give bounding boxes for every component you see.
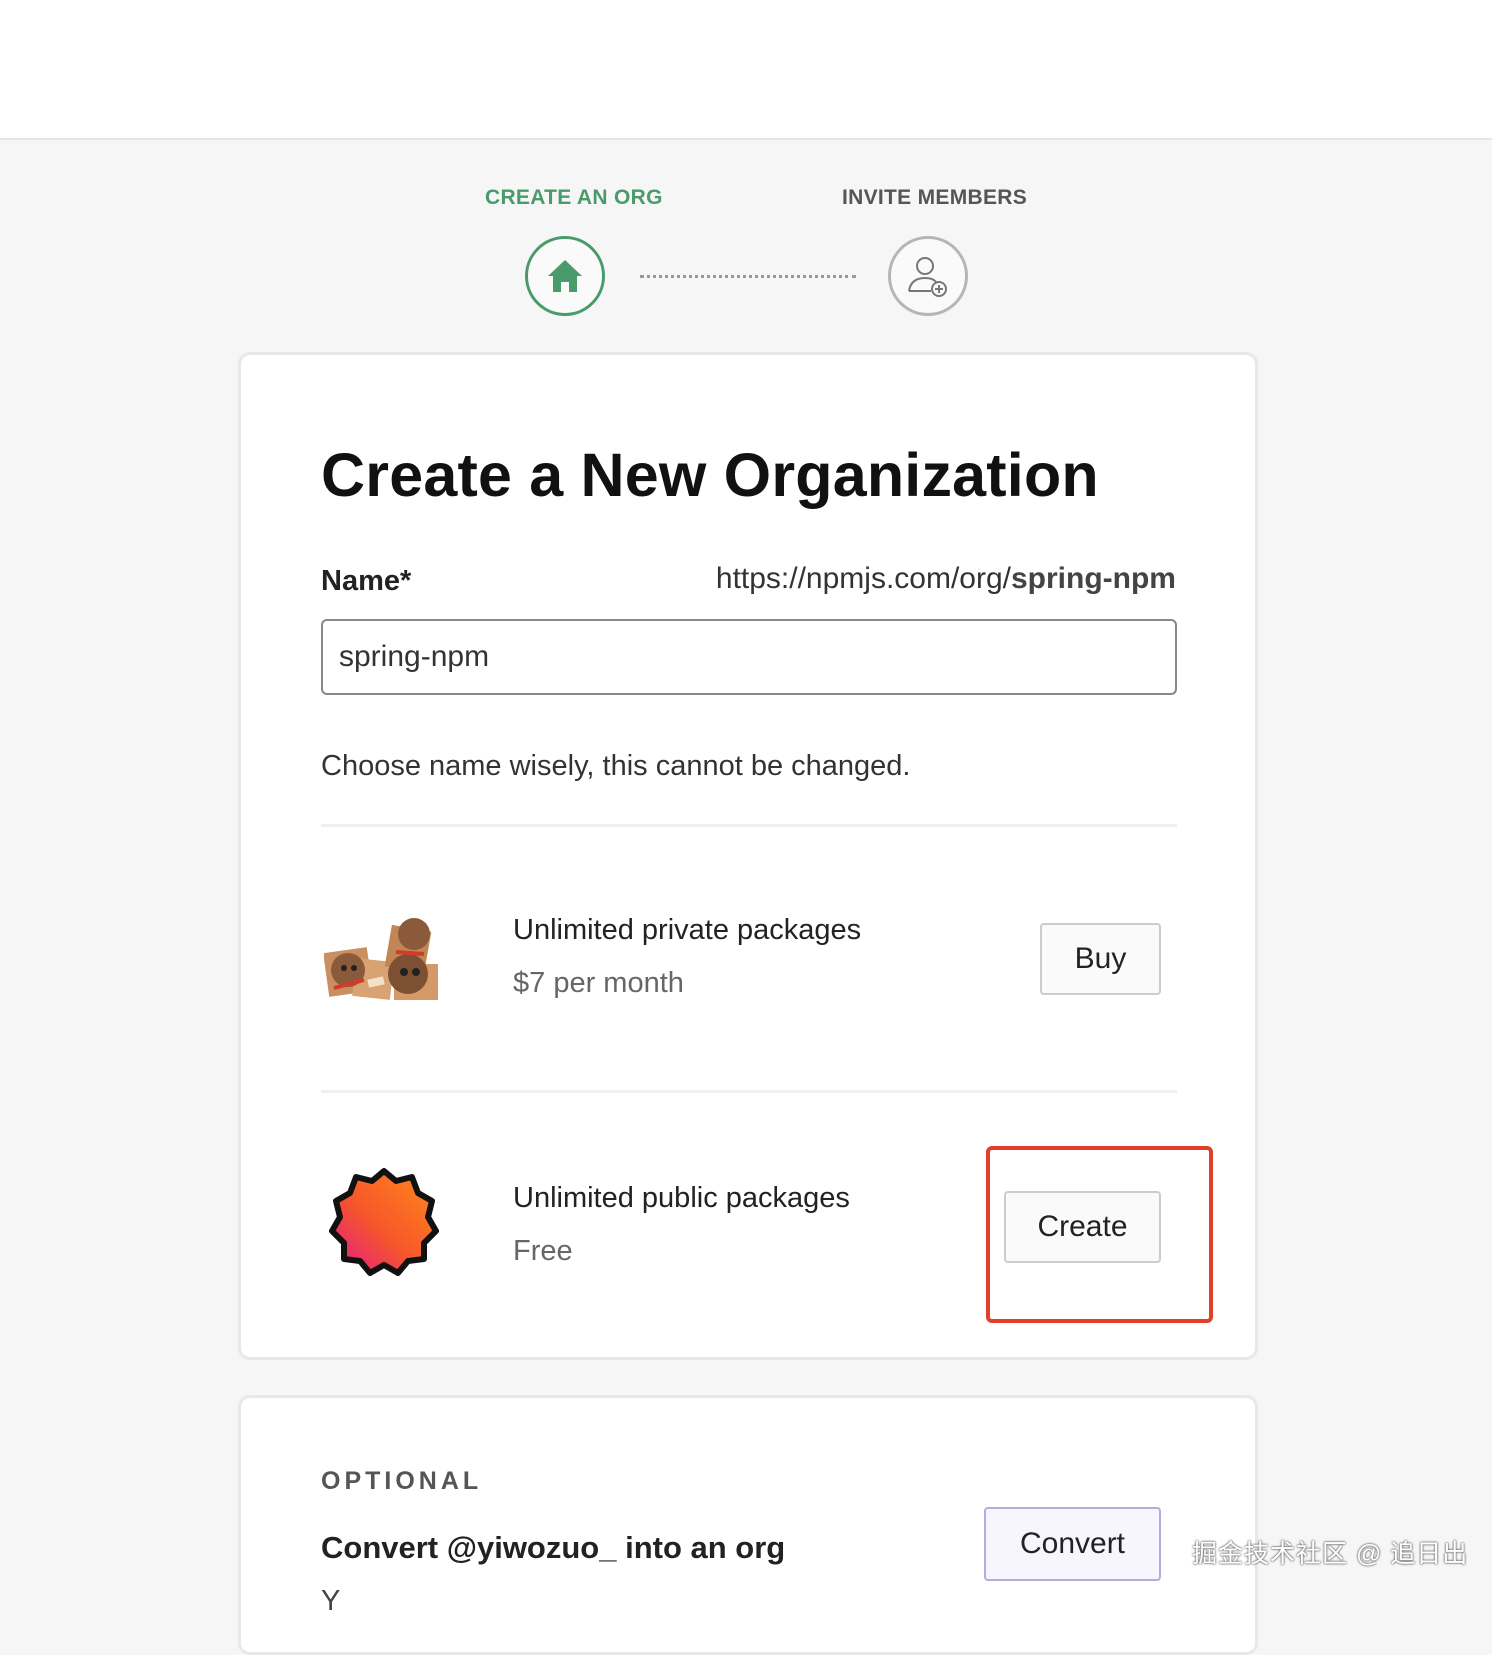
highlight-annotation-box [986, 1146, 1213, 1323]
optional-label: OPTIONAL [321, 1467, 483, 1495]
step-invite-members [888, 236, 968, 316]
name-hint: Choose name wisely, this cannot be chang… [321, 750, 911, 782]
convert-title: Convert @yiwozuo_ into an org [321, 1530, 786, 1565]
step-invite-members-label: INVITE MEMBERS [842, 186, 1028, 209]
watermark: 掘金技术社区 @ 追日出 [1192, 1540, 1469, 1568]
home-icon [548, 260, 582, 292]
convert-description: Y [321, 1585, 341, 1617]
page-title: Create a New Organization [321, 441, 1099, 509]
divider [321, 824, 1177, 827]
orange-badge-icon [329, 1168, 439, 1276]
url-prefix: https://npmjs.com/org/ [715, 562, 1011, 595]
divider [321, 1090, 1177, 1093]
plan-public-price: Free [513, 1235, 573, 1267]
org-name-input[interactable] [321, 619, 1177, 695]
step-create-org [525, 236, 605, 316]
buy-button[interactable]: Buy [1040, 923, 1161, 995]
boxes-illustration [324, 918, 438, 1000]
name-label: Name* [321, 565, 412, 597]
plan-private-title: Unlimited private packages [513, 914, 862, 946]
step-create-org-label: CREATE AN ORG [485, 186, 663, 209]
org-url-preview: https://npmjs.com/org/spring-npm [716, 562, 1176, 596]
url-org-name: spring-npm [1011, 562, 1176, 595]
convert-button[interactable]: Convert [984, 1507, 1161, 1581]
plan-private-price: $7 per month [513, 967, 684, 999]
top-navigation-bar [0, 0, 1492, 140]
add-user-icon [908, 257, 947, 297]
plan-public-title: Unlimited public packages [513, 1182, 850, 1214]
step-connector [640, 275, 856, 278]
